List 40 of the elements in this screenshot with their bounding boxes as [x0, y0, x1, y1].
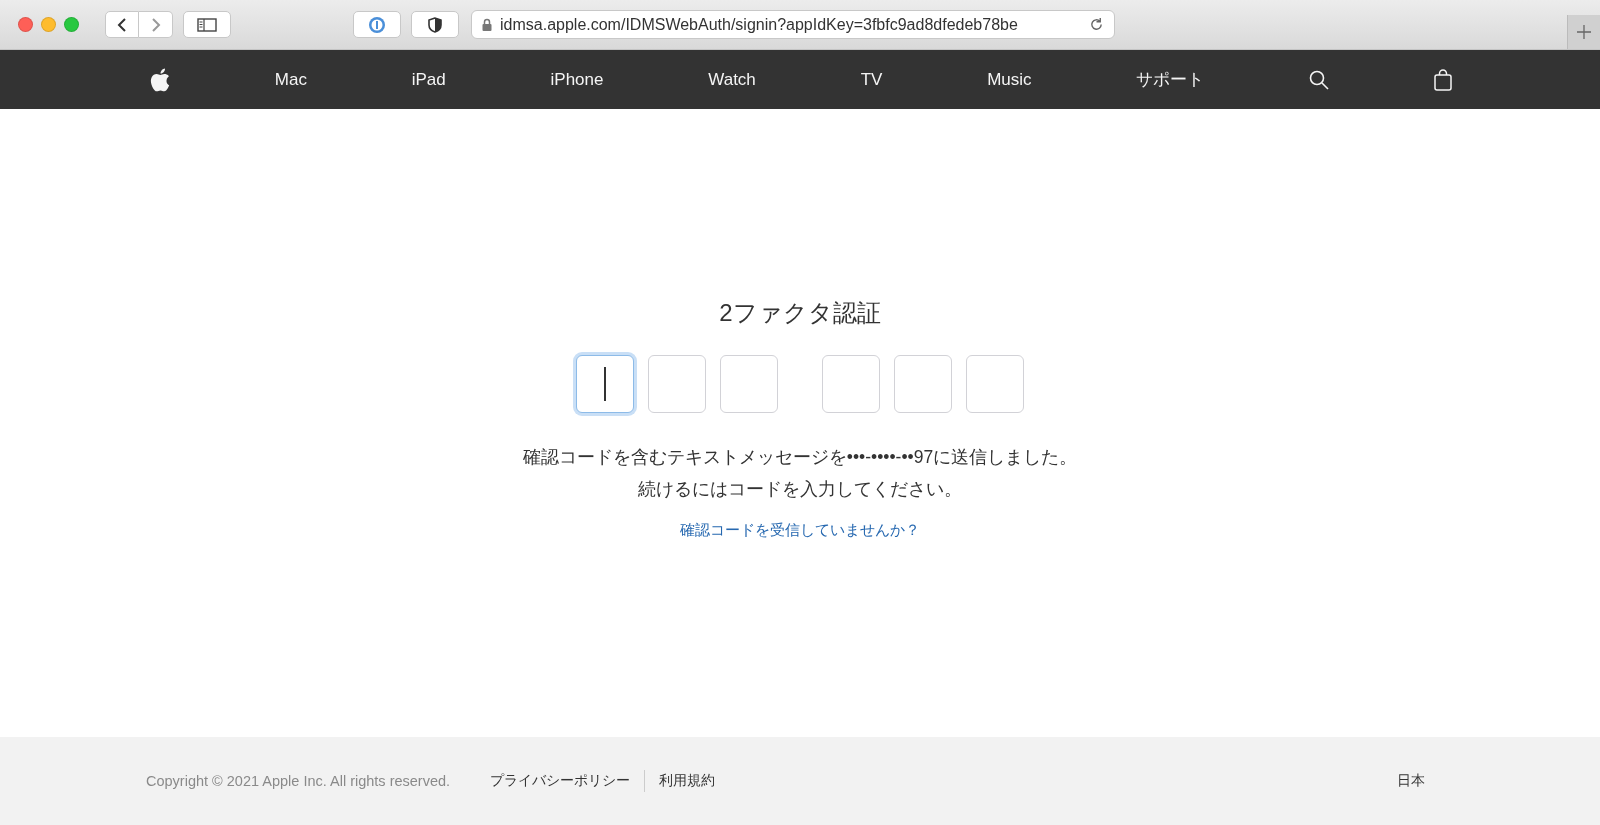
search-icon[interactable] [1309, 69, 1330, 90]
apple-logo-icon[interactable] [150, 67, 170, 92]
help-link[interactable]: 確認コードを受信していませんか？ [680, 521, 920, 540]
footer-link[interactable]: 利用規約 [644, 770, 730, 792]
back-chevron-icon [117, 16, 127, 33]
password-key-icon [368, 15, 386, 34]
code-input-field[interactable] [720, 355, 778, 413]
new-tab-button[interactable] [1567, 15, 1600, 49]
password-manager-button[interactable] [353, 11, 401, 38]
sidebar-icon [197, 17, 217, 32]
plus-icon [1577, 25, 1591, 39]
shield-button[interactable] [411, 11, 459, 38]
region-link[interactable]: 日本 [1397, 772, 1425, 790]
nav-link[interactable]: iPhone [550, 69, 604, 90]
page-title: 2ファクタ認証 [719, 298, 881, 328]
back-button[interactable] [105, 11, 139, 38]
sidebar-button[interactable] [183, 11, 231, 38]
nav-link[interactable]: Mac [274, 69, 307, 90]
address-bar[interactable]: idmsa.apple.com/IDMSWebAuth/signin?appIdKey=3fbfc9ad8dfedeb78be [471, 10, 1115, 39]
close-window-button[interactable] [18, 17, 33, 32]
shield-icon [428, 16, 442, 33]
nav-link[interactable]: サポート [1136, 68, 1205, 91]
instruction-text: 確認コードを含むテキストメッセージを•••-••••-••97に送信しました。続けるにはコードを入力してください。 [522, 446, 1078, 501]
shopping-bag-icon[interactable] [1433, 68, 1452, 91]
code-input-field[interactable] [822, 355, 880, 413]
nav-link[interactable]: iPad [411, 69, 446, 90]
code-input-field[interactable] [576, 355, 634, 413]
reload-icon[interactable] [1089, 17, 1104, 32]
code-input-field[interactable] [648, 355, 706, 413]
code-input-field[interactable] [966, 355, 1024, 413]
nav-link[interactable]: TV [860, 69, 883, 90]
lock-icon [482, 18, 492, 31]
code-input-field[interactable] [894, 355, 952, 413]
nav-link[interactable]: Watch [708, 69, 756, 90]
footer-link[interactable]: プライバシーポリシー [490, 770, 645, 792]
zoom-window-button[interactable] [64, 17, 79, 32]
copyright-text: Copyright © 2021 Apple Inc. All rights reserved. [146, 773, 451, 789]
nav-link[interactable]: Music [987, 69, 1032, 90]
minimize-window-button[interactable] [41, 17, 56, 32]
forward-chevron-icon [150, 16, 161, 33]
